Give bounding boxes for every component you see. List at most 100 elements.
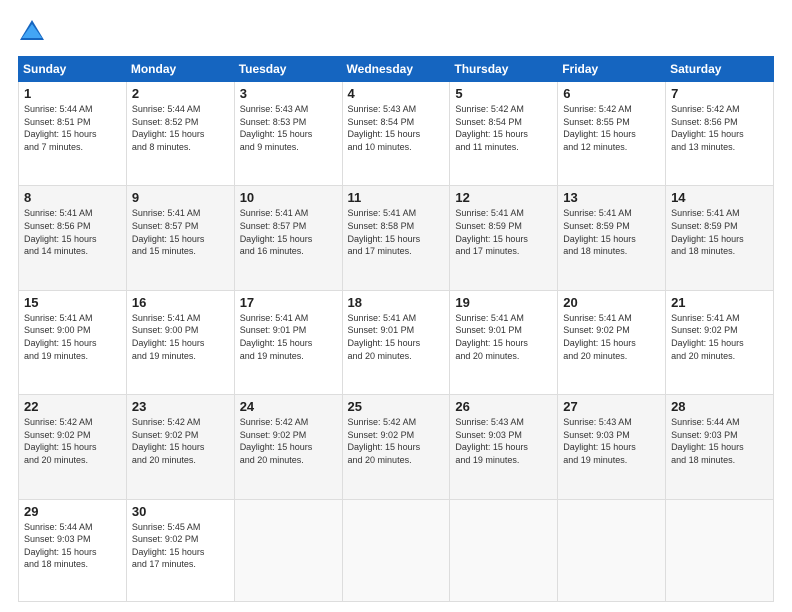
cell-info: Sunrise: 5:43 AM Sunset: 9:03 PM Dayligh… <box>455 416 552 466</box>
cell-info: Sunrise: 5:42 AM Sunset: 9:02 PM Dayligh… <box>24 416 121 466</box>
week-row-2: 8 Sunrise: 5:41 AM Sunset: 8:56 PM Daylig… <box>19 186 774 290</box>
calendar-cell: 16Sunrise: 5:41 AM Sunset: 9:00 PM Dayli… <box>126 290 234 394</box>
calendar-cell: 2Sunrise: 5:44 AM Sunset: 8:52 PM Daylig… <box>126 82 234 186</box>
cell-info: Sunrise: 5:41 AM Sunset: 8:59 PM Dayligh… <box>563 207 660 257</box>
calendar-cell: 1 Sunrise: 5:44 AM Sunset: 8:51 PM Daylig… <box>19 82 127 186</box>
col-friday: Friday <box>558 57 666 82</box>
day-number: 27 <box>563 399 660 414</box>
day-number: 18 <box>348 295 445 310</box>
day-number: 15 <box>24 295 121 310</box>
calendar-cell: 3Sunrise: 5:43 AM Sunset: 8:53 PM Daylig… <box>234 82 342 186</box>
day-number: 30 <box>132 504 229 519</box>
calendar-cell: 9 Sunrise: 5:41 AM Sunset: 8:57 PM Daylig… <box>126 186 234 290</box>
calendar-cell: 13 Sunrise: 5:41 AM Sunset: 8:59 PM Dayli… <box>558 186 666 290</box>
day-number: 11 <box>348 190 445 205</box>
cell-info: Sunrise: 5:41 AM Sunset: 9:01 PM Dayligh… <box>348 312 445 362</box>
cell-info: Sunrise: 5:41 AM Sunset: 9:00 PM Dayligh… <box>24 312 121 362</box>
header <box>18 18 774 46</box>
cell-info: Sunrise: 5:42 AM Sunset: 9:02 PM Dayligh… <box>132 416 229 466</box>
day-number: 12 <box>455 190 552 205</box>
day-number: 13 <box>563 190 660 205</box>
calendar-cell: 8 Sunrise: 5:41 AM Sunset: 8:56 PM Daylig… <box>19 186 127 290</box>
col-tuesday: Tuesday <box>234 57 342 82</box>
cell-info: Sunrise: 5:43 AM Sunset: 8:54 PM Dayligh… <box>348 103 445 153</box>
cell-info: Sunrise: 5:41 AM Sunset: 9:02 PM Dayligh… <box>563 312 660 362</box>
cell-info: Sunrise: 5:41 AM Sunset: 9:01 PM Dayligh… <box>240 312 337 362</box>
calendar-cell: 6 Sunrise: 5:42 AM Sunset: 8:55 PM Daylig… <box>558 82 666 186</box>
cell-info: Sunrise: 5:41 AM Sunset: 8:57 PM Dayligh… <box>240 207 337 257</box>
cell-info: Sunrise: 5:41 AM Sunset: 8:59 PM Dayligh… <box>455 207 552 257</box>
week-row-4: 22 Sunrise: 5:42 AM Sunset: 9:02 PM Dayli… <box>19 395 774 499</box>
day-number: 6 <box>563 86 660 101</box>
day-number: 3 <box>240 86 337 101</box>
calendar-cell: 23 Sunrise: 5:42 AM Sunset: 9:02 PM Dayli… <box>126 395 234 499</box>
day-number: 9 <box>132 190 229 205</box>
col-saturday: Saturday <box>666 57 774 82</box>
day-number: 4 <box>348 86 445 101</box>
cell-info: Sunrise: 5:45 AM Sunset: 9:02 PM Dayligh… <box>132 521 229 571</box>
calendar-cell <box>234 499 342 601</box>
calendar-cell <box>450 499 558 601</box>
day-number: 17 <box>240 295 337 310</box>
cell-info: Sunrise: 5:41 AM Sunset: 9:01 PM Dayligh… <box>455 312 552 362</box>
calendar-cell: 22 Sunrise: 5:42 AM Sunset: 9:02 PM Dayli… <box>19 395 127 499</box>
cell-info: Sunrise: 5:41 AM Sunset: 8:57 PM Dayligh… <box>132 207 229 257</box>
cell-info: Sunrise: 5:42 AM Sunset: 8:55 PM Dayligh… <box>563 103 660 153</box>
day-number: 29 <box>24 504 121 519</box>
day-number: 26 <box>455 399 552 414</box>
cell-info: Sunrise: 5:44 AM Sunset: 8:51 PM Dayligh… <box>24 103 121 153</box>
week-row-1: 1 Sunrise: 5:44 AM Sunset: 8:51 PM Daylig… <box>19 82 774 186</box>
week-row-3: 15 Sunrise: 5:41 AM Sunset: 9:00 PM Dayli… <box>19 290 774 394</box>
calendar-cell: 24 Sunrise: 5:42 AM Sunset: 9:02 PM Dayli… <box>234 395 342 499</box>
calendar-cell: 14 Sunrise: 5:41 AM Sunset: 8:59 PM Dayli… <box>666 186 774 290</box>
day-number: 24 <box>240 399 337 414</box>
day-number: 23 <box>132 399 229 414</box>
calendar-cell: 20 Sunrise: 5:41 AM Sunset: 9:02 PM Dayli… <box>558 290 666 394</box>
cell-info: Sunrise: 5:44 AM Sunset: 9:03 PM Dayligh… <box>671 416 768 466</box>
week-row-5: 29 Sunrise: 5:44 AM Sunset: 9:03 PM Dayli… <box>19 499 774 601</box>
calendar-cell <box>558 499 666 601</box>
calendar-cell: 30 Sunrise: 5:45 AM Sunset: 9:02 PM Dayli… <box>126 499 234 601</box>
day-number: 14 <box>671 190 768 205</box>
cell-info: Sunrise: 5:41 AM Sunset: 8:56 PM Dayligh… <box>24 207 121 257</box>
day-number: 20 <box>563 295 660 310</box>
day-number: 19 <box>455 295 552 310</box>
calendar-cell: 11 Sunrise: 5:41 AM Sunset: 8:58 PM Dayli… <box>342 186 450 290</box>
calendar-cell: 7Sunrise: 5:42 AM Sunset: 8:56 PM Daylig… <box>666 82 774 186</box>
cell-info: Sunrise: 5:43 AM Sunset: 9:03 PM Dayligh… <box>563 416 660 466</box>
cell-info: Sunrise: 5:42 AM Sunset: 9:02 PM Dayligh… <box>348 416 445 466</box>
cell-info: Sunrise: 5:41 AM Sunset: 9:00 PM Dayligh… <box>132 312 229 362</box>
cell-info: Sunrise: 5:44 AM Sunset: 8:52 PM Dayligh… <box>132 103 229 153</box>
calendar-cell: 17 Sunrise: 5:41 AM Sunset: 9:01 PM Dayli… <box>234 290 342 394</box>
calendar-cell: 25Sunrise: 5:42 AM Sunset: 9:02 PM Dayli… <box>342 395 450 499</box>
calendar-cell: 26 Sunrise: 5:43 AM Sunset: 9:03 PM Dayli… <box>450 395 558 499</box>
day-number: 21 <box>671 295 768 310</box>
cell-info: Sunrise: 5:44 AM Sunset: 9:03 PM Dayligh… <box>24 521 121 571</box>
calendar-cell: 21Sunrise: 5:41 AM Sunset: 9:02 PM Dayli… <box>666 290 774 394</box>
calendar-table: Sunday Monday Tuesday Wednesday Thursday… <box>18 56 774 602</box>
cell-info: Sunrise: 5:41 AM Sunset: 8:59 PM Dayligh… <box>671 207 768 257</box>
day-number: 8 <box>24 190 121 205</box>
page: Sunday Monday Tuesday Wednesday Thursday… <box>0 0 792 612</box>
day-number: 22 <box>24 399 121 414</box>
cell-info: Sunrise: 5:42 AM Sunset: 8:54 PM Dayligh… <box>455 103 552 153</box>
day-number: 10 <box>240 190 337 205</box>
day-number: 28 <box>671 399 768 414</box>
calendar-cell <box>666 499 774 601</box>
calendar-cell: 4 Sunrise: 5:43 AM Sunset: 8:54 PM Daylig… <box>342 82 450 186</box>
calendar-cell: 29 Sunrise: 5:44 AM Sunset: 9:03 PM Dayli… <box>19 499 127 601</box>
calendar-cell: 5 Sunrise: 5:42 AM Sunset: 8:54 PM Daylig… <box>450 82 558 186</box>
cell-info: Sunrise: 5:41 AM Sunset: 8:58 PM Dayligh… <box>348 207 445 257</box>
calendar-cell: 19 Sunrise: 5:41 AM Sunset: 9:01 PM Dayli… <box>450 290 558 394</box>
col-monday: Monday <box>126 57 234 82</box>
col-wednesday: Wednesday <box>342 57 450 82</box>
col-sunday: Sunday <box>19 57 127 82</box>
day-number: 1 <box>24 86 121 101</box>
calendar-cell: 28 Sunrise: 5:44 AM Sunset: 9:03 PM Dayli… <box>666 395 774 499</box>
cell-info: Sunrise: 5:42 AM Sunset: 8:56 PM Dayligh… <box>671 103 768 153</box>
day-number: 5 <box>455 86 552 101</box>
cell-info: Sunrise: 5:42 AM Sunset: 9:02 PM Dayligh… <box>240 416 337 466</box>
calendar-cell <box>342 499 450 601</box>
logo-icon <box>18 18 46 46</box>
header-row: Sunday Monday Tuesday Wednesday Thursday… <box>19 57 774 82</box>
